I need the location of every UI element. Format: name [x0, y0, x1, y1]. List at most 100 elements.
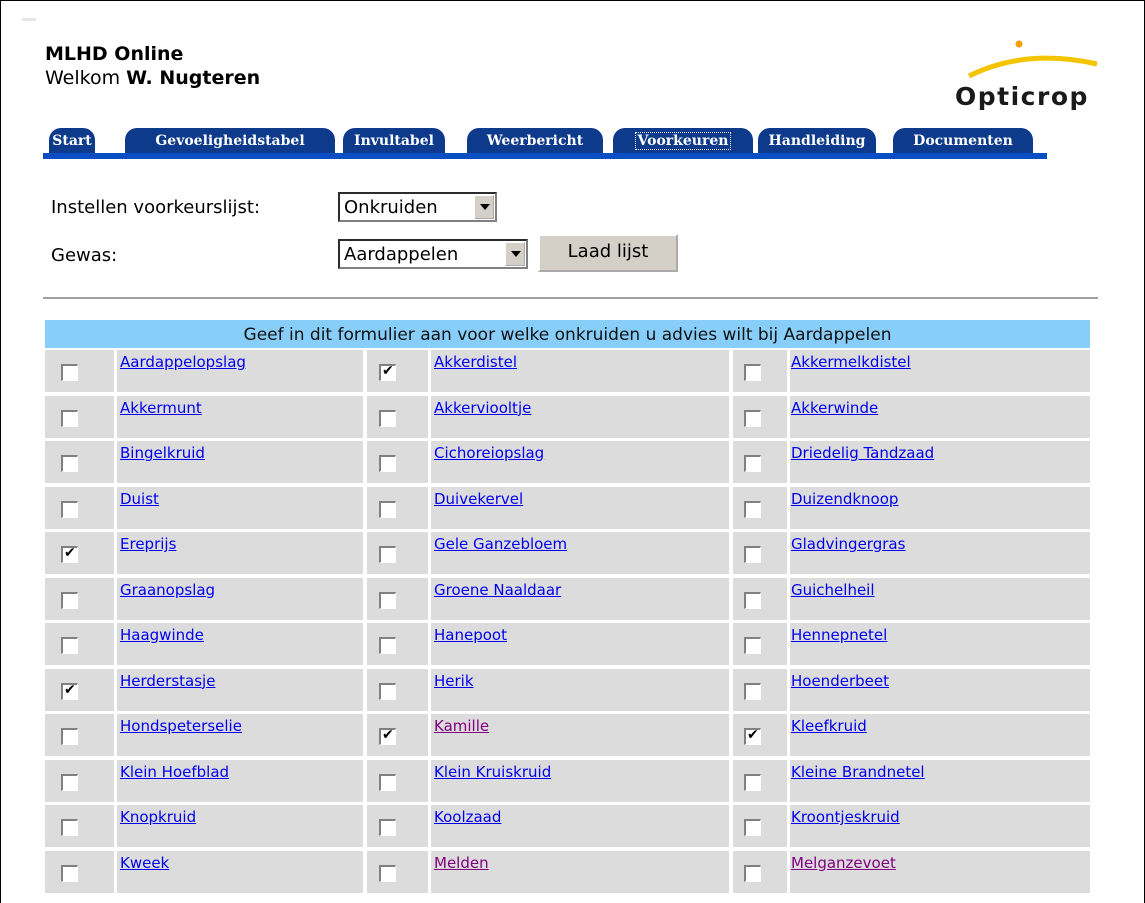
weed-checkbox[interactable]: [379, 363, 396, 381]
table-header: Geef in dit formulier aan voor welke onk…: [45, 320, 1090, 348]
tab-invultabel[interactable]: Invultabel: [343, 128, 445, 154]
weed-checkbox[interactable]: [744, 500, 761, 518]
weed-link[interactable]: Ereprijs: [120, 535, 176, 553]
weed-link[interactable]: Kleine Brandnetel: [791, 763, 925, 781]
weed-link[interactable]: Duist: [120, 490, 159, 508]
weed-checkbox[interactable]: [379, 500, 396, 518]
weed-checkbox[interactable]: [61, 364, 78, 381]
weed-link[interactable]: Duizendknoop: [791, 490, 898, 508]
weed-link[interactable]: Hondspeterselie: [120, 717, 242, 735]
weed-checkbox[interactable]: [379, 637, 396, 654]
weed-checkbox[interactable]: [744, 864, 761, 882]
weed-link[interactable]: Kamille: [434, 717, 489, 735]
table-row: Graanopslag Groene Naaldaar Guichelheil: [45, 577, 1090, 620]
weed-checkbox[interactable]: [744, 409, 761, 427]
weed-checkbox[interactable]: [744, 682, 761, 700]
weed-link[interactable]: Kweek: [120, 854, 169, 872]
weed-link[interactable]: Akkermelkdistel: [791, 353, 911, 371]
weed-checkbox[interactable]: [744, 637, 761, 654]
checkbox-cell: [367, 714, 428, 756]
weed-checkbox[interactable]: [61, 455, 78, 472]
name-cell: Kweek: [117, 850, 363, 893]
tab-handleiding[interactable]: Handleiding: [758, 128, 876, 154]
weed-link[interactable]: Melden: [434, 854, 489, 872]
chevron-down-icon[interactable]: [505, 242, 525, 266]
table-row: Klein Hoefblad Klein Kruiskruid Kleine Bra…: [45, 759, 1090, 802]
weed-checkbox[interactable]: [61, 728, 78, 745]
weed-link[interactable]: Groene Naaldaar: [434, 581, 561, 599]
tab-weerbericht[interactable]: Weerbericht: [467, 128, 603, 154]
checkbox-cell: [733, 668, 787, 711]
weed-link[interactable]: Gladvingergras: [791, 535, 905, 553]
weed-link[interactable]: Akkermunt: [120, 399, 202, 417]
preference-list-select[interactable]: Onkruiden: [338, 192, 497, 222]
weed-checkbox[interactable]: [379, 727, 396, 745]
weed-link[interactable]: Akkerwinde: [791, 399, 878, 417]
weed-link[interactable]: Guichelheil: [791, 581, 875, 599]
weed-checkbox[interactable]: [379, 682, 396, 700]
tab-documenten[interactable]: Documenten: [893, 128, 1033, 154]
checkbox-cell: [733, 577, 787, 620]
page-header: MLHD Online Welkom W. Nugteren: [45, 42, 260, 90]
weed-link[interactable]: Graanopslag: [120, 581, 215, 599]
logo-text: Opticrop: [955, 82, 1089, 111]
weed-link[interactable]: Hoenderbeet: [791, 672, 889, 690]
weed-link[interactable]: Klein Hoefblad: [120, 763, 229, 781]
weed-link[interactable]: Koolzaad: [434, 808, 501, 826]
weed-checkbox[interactable]: [379, 591, 396, 609]
tab-start[interactable]: Start: [49, 128, 95, 154]
weed-checkbox[interactable]: [61, 773, 78, 791]
weed-checkbox[interactable]: [744, 819, 761, 836]
weed-link[interactable]: Herik: [434, 672, 474, 690]
weed-link[interactable]: Duivekervel: [434, 490, 523, 508]
weed-link[interactable]: Melganzevoet: [791, 854, 896, 872]
weed-link[interactable]: Haagwinde: [120, 626, 204, 644]
table-row: Bingelkruid Cichoreiopslag Driedelig Tandz…: [45, 441, 1090, 483]
tab-label: Handleiding: [768, 133, 866, 149]
weed-checkbox[interactable]: [379, 455, 396, 472]
tab-gevoeligheidstabel[interactable]: Gevoeligheidstabel: [125, 128, 335, 154]
weed-checkbox[interactable]: [61, 545, 78, 563]
weed-checkbox[interactable]: [379, 409, 396, 427]
load-list-button[interactable]: Laad lijst: [538, 234, 678, 272]
weed-link[interactable]: Driedelig Tandzaad: [791, 444, 934, 462]
tab-voorkeuren[interactable]: Voorkeuren: [613, 128, 753, 154]
weed-checkbox[interactable]: [744, 591, 761, 609]
weed-checkbox[interactable]: [61, 819, 78, 836]
weed-checkbox[interactable]: [744, 773, 761, 791]
weed-link[interactable]: Kleefkruid: [791, 717, 867, 735]
weed-link[interactable]: Aardappelopslag: [120, 353, 246, 371]
weed-checkbox[interactable]: [379, 546, 396, 563]
crop-select[interactable]: Aardappelen: [338, 239, 528, 269]
weed-link[interactable]: Hennepnetel: [791, 626, 887, 644]
weed-checkbox[interactable]: [61, 591, 78, 609]
weed-link[interactable]: Klein Kruiskruid: [434, 763, 551, 781]
weed-checkbox[interactable]: [61, 864, 78, 882]
weed-link[interactable]: Knopkruid: [120, 808, 196, 826]
weed-checkbox[interactable]: [744, 455, 761, 472]
weed-link[interactable]: Akkerviooltje: [434, 399, 531, 417]
weed-checkbox[interactable]: [744, 364, 761, 381]
weed-checkbox[interactable]: [61, 500, 78, 518]
name-cell: Koolzaad: [431, 805, 729, 847]
weed-checkbox[interactable]: [61, 409, 78, 427]
chevron-down-icon[interactable]: [474, 195, 494, 219]
weed-link[interactable]: Herderstasje: [120, 672, 215, 690]
weed-checkbox[interactable]: [744, 546, 761, 563]
name-cell: Groene Naaldaar: [431, 577, 729, 620]
weed-link[interactable]: Gele Ganzebloem: [434, 535, 567, 553]
tab-label: Voorkeuren: [634, 132, 732, 150]
checkbox-cell: [733, 805, 787, 847]
weed-link[interactable]: Akkerdistel: [434, 353, 517, 371]
weed-link[interactable]: Cichoreiopslag: [434, 444, 544, 462]
weed-link[interactable]: Kroontjeskruid: [791, 808, 900, 826]
weed-checkbox[interactable]: [379, 819, 396, 836]
weed-checkbox[interactable]: [61, 637, 78, 654]
weed-checkbox[interactable]: [379, 864, 396, 882]
weed-checkbox[interactable]: [379, 773, 396, 791]
checkbox-cell: [45, 441, 114, 483]
weed-checkbox[interactable]: [61, 682, 78, 700]
weed-link[interactable]: Bingelkruid: [120, 444, 205, 462]
weed-checkbox[interactable]: [744, 727, 761, 745]
weed-link[interactable]: Hanepoot: [434, 626, 507, 644]
